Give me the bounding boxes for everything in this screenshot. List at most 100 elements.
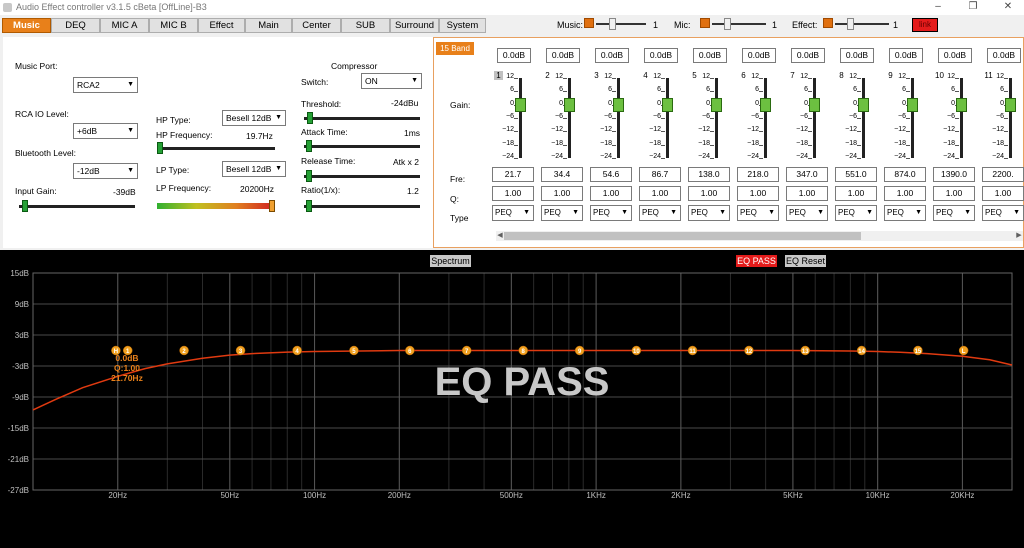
band-frequency-input[interactable]: 138.0 — [688, 167, 730, 182]
ratio-slider[interactable] — [306, 200, 313, 212]
band-gain-display[interactable]: 0.0dB — [644, 48, 678, 63]
band-gain-knob[interactable] — [907, 97, 918, 112]
scroll-left-icon[interactable]: ◀ — [496, 231, 504, 241]
band-gain-display[interactable]: 0.0dB — [889, 48, 923, 63]
band-gain-display[interactable]: 0.0dB — [546, 48, 580, 63]
tab-deq[interactable]: DEQ — [51, 18, 100, 33]
band-gain-slider[interactable]: 12 6 0 −6 −12 −18 −24 — [543, 73, 578, 160]
scroll-right-icon[interactable]: ▶ — [1015, 231, 1023, 241]
band-gain-display[interactable]: 0.0dB — [497, 48, 531, 63]
tab-surround[interactable]: Surround — [390, 18, 439, 33]
band-gain-knob[interactable] — [956, 97, 967, 112]
band-gain-track[interactable] — [1009, 78, 1012, 158]
input-gain-slider[interactable] — [22, 200, 29, 212]
band-q-input[interactable]: 1.00 — [639, 186, 681, 201]
rca-io-level-select[interactable]: +6dB ▼ — [73, 123, 138, 139]
band-q-input[interactable]: 1.00 — [541, 186, 583, 201]
band-q-input[interactable]: 1.00 — [982, 186, 1024, 201]
bluetooth-level-select[interactable]: -12dB ▼ — [73, 163, 138, 179]
band-gain-track[interactable] — [764, 78, 767, 158]
band-type-select[interactable]: PEQ ▼ — [835, 205, 877, 221]
tab-mic-a[interactable]: MIC A — [100, 18, 149, 33]
band-type-select[interactable]: PEQ ▼ — [688, 205, 730, 221]
minimize-icon[interactable]: – — [925, 1, 951, 13]
band-q-input[interactable]: 1.00 — [737, 186, 779, 201]
release-time-slider[interactable] — [306, 170, 313, 182]
eq-pass-button[interactable]: EQ PASS — [736, 255, 777, 267]
lp-type-select[interactable]: Besell 12dB ▼ — [222, 161, 286, 177]
tab-main[interactable]: Main — [245, 18, 292, 33]
band-type-select[interactable]: PEQ ▼ — [786, 205, 828, 221]
band-frequency-input[interactable]: 551.0 — [835, 167, 877, 182]
restore-icon[interactable]: ❐ — [960, 1, 986, 13]
tab-mic-b[interactable]: MIC B — [149, 18, 198, 33]
attack-time-slider[interactable] — [306, 140, 313, 152]
band-type-select[interactable]: PEQ ▼ — [590, 205, 632, 221]
mic-level-knob[interactable] — [724, 18, 731, 30]
lp-frequency-track[interactable] — [157, 203, 275, 209]
band-gain-track[interactable] — [617, 78, 620, 158]
band-gain-slider[interactable]: 12 6 0 −6 −12 −18 −24 — [494, 73, 529, 160]
band-frequency-input[interactable]: 218.0 — [737, 167, 779, 182]
link-button[interactable]: link — [912, 18, 938, 32]
band-gain-display[interactable]: 0.0dB — [595, 48, 629, 63]
band-gain-knob[interactable] — [515, 97, 526, 112]
threshold-slider[interactable] — [307, 112, 314, 124]
band-gain-slider[interactable]: 12 6 0 −6 −12 −18 −24 — [935, 73, 970, 160]
band-gain-slider[interactable]: 12 6 0 −6 −12 −18 −24 — [837, 73, 872, 160]
band-gain-knob[interactable] — [809, 97, 820, 112]
band-gain-knob[interactable] — [564, 97, 575, 112]
band-q-input[interactable]: 1.00 — [884, 186, 926, 201]
band-gain-slider[interactable]: 12 6 0 −6 −12 −18 −24 — [690, 73, 725, 160]
band-type-select[interactable]: PEQ ▼ — [982, 205, 1024, 221]
band-gain-track[interactable] — [715, 78, 718, 158]
eq-response-graph[interactable]: 15dB 9dB 3dB -3dB -9dB -15dB -21dB -27dB 20Hz 50H… — [0, 250, 1024, 548]
band-frequency-input[interactable]: 21.7 — [492, 167, 534, 182]
mic-level-track[interactable] — [712, 23, 766, 25]
band-frequency-input[interactable]: 874.0 — [884, 167, 926, 182]
band-gain-display[interactable]: 0.0dB — [938, 48, 972, 63]
band-type-select[interactable]: PEQ ▼ — [492, 205, 534, 221]
band-gain-knob[interactable] — [1005, 97, 1016, 112]
mic-mute-toggle[interactable] — [700, 18, 710, 28]
band-gain-knob[interactable] — [858, 97, 869, 112]
band-gain-slider[interactable]: 12 6 0 −6 −12 −18 −24 — [984, 73, 1019, 160]
band-type-select[interactable]: PEQ ▼ — [933, 205, 975, 221]
effect-level-track[interactable] — [835, 23, 889, 25]
band-count-badge[interactable]: 15 Band — [436, 42, 474, 55]
attack-time-track[interactable] — [304, 145, 420, 148]
band-frequency-input[interactable]: 34.4 — [541, 167, 583, 182]
ratio-track[interactable] — [304, 205, 420, 208]
band-gain-display[interactable]: 0.0dB — [742, 48, 776, 63]
music-mute-toggle[interactable] — [584, 18, 594, 28]
tab-system[interactable]: System — [439, 18, 486, 33]
spectrum-button[interactable]: Spectrum — [430, 255, 471, 267]
band-gain-track[interactable] — [568, 78, 571, 158]
band-type-select[interactable]: PEQ ▼ — [884, 205, 926, 221]
band-gain-slider[interactable]: 12 6 0 −6 −12 −18 −24 — [886, 73, 921, 160]
release-time-track[interactable] — [304, 175, 420, 178]
threshold-track[interactable] — [304, 117, 420, 120]
band-q-input[interactable]: 1.00 — [786, 186, 828, 201]
band-gain-knob[interactable] — [760, 97, 771, 112]
scrollbar-thumb[interactable] — [504, 232, 861, 240]
band-frequency-input[interactable]: 86.7 — [639, 167, 681, 182]
band-q-input[interactable]: 1.00 — [835, 186, 877, 201]
eq-horizontal-scrollbar[interactable]: ◀ ▶ — [496, 231, 1023, 241]
tab-music[interactable]: Music — [2, 18, 51, 33]
band-gain-track[interactable] — [862, 78, 865, 158]
music-port-select[interactable]: RCA2 ▼ — [73, 77, 138, 93]
band-type-select[interactable]: PEQ ▼ — [541, 205, 583, 221]
tab-center[interactable]: Center — [292, 18, 341, 33]
music-level-knob[interactable] — [609, 18, 617, 30]
input-gain-track[interactable] — [19, 205, 135, 208]
band-frequency-input[interactable]: 54.6 — [590, 167, 632, 182]
compressor-switch-select[interactable]: ON ▼ — [361, 73, 422, 89]
hp-type-select[interactable]: Besell 12dB ▼ — [222, 110, 286, 126]
hp-frequency-track[interactable] — [157, 147, 275, 150]
band-gain-track[interactable] — [960, 78, 963, 158]
band-gain-slider[interactable]: 12 6 0 −6 −12 −18 −24 — [592, 73, 627, 160]
band-q-input[interactable]: 1.00 — [688, 186, 730, 201]
band-gain-knob[interactable] — [613, 97, 624, 112]
lp-frequency-slider[interactable] — [269, 200, 275, 212]
